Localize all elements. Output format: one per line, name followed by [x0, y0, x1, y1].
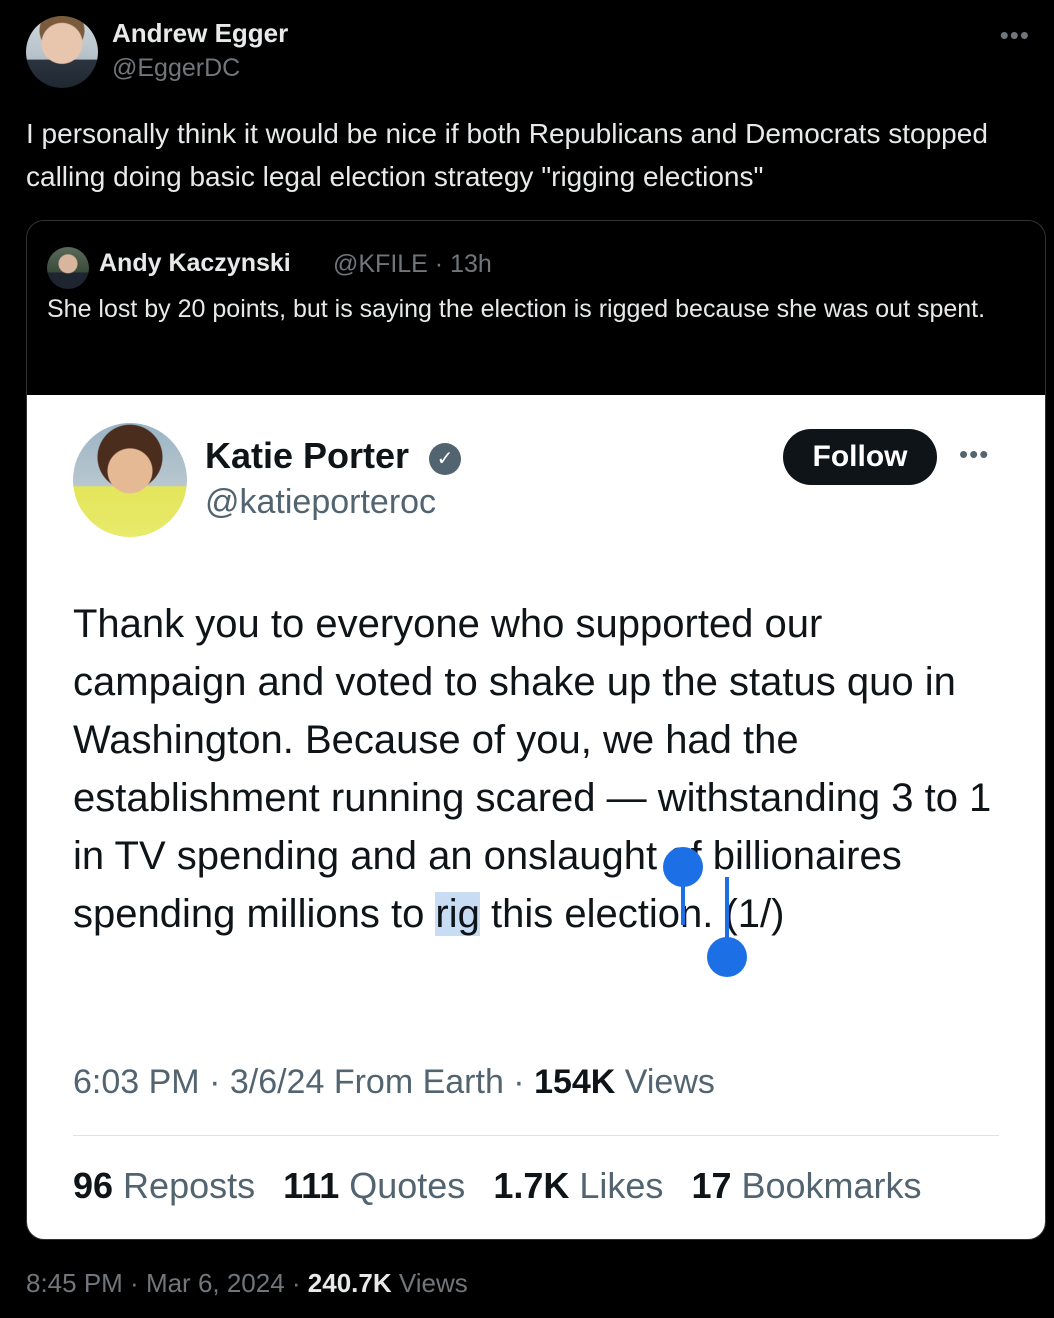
meta-date: 3/6/24 — [229, 1063, 325, 1101]
footer-time[interactable]: 8:45 PM — [26, 1268, 123, 1298]
author-name[interactable]: Andrew Egger — [112, 18, 288, 49]
text-after-selection: this election. (1/) — [479, 892, 785, 936]
tweet-header: Andrew Egger @EggerDC ••• — [26, 14, 1036, 90]
avatar[interactable] — [26, 16, 98, 88]
embedded-stats-row: 96 Reposts 111 Quotes 1.7K Likes 17 Book… — [73, 1165, 940, 1207]
embedded-tweet-text: Thank you to everyone who supported our … — [73, 595, 1003, 943]
stat-label: Reposts — [113, 1165, 256, 1206]
author-handle[interactable]: @EggerDC — [112, 54, 240, 83]
footer-views-label: Views — [391, 1268, 468, 1298]
text-before-selection: Thank you to everyone who supported our … — [73, 602, 992, 936]
embedded-author-handle: @katieporteroc — [205, 483, 437, 521]
stat-reposts: 96 Reposts — [73, 1165, 255, 1206]
stat-count: 96 — [73, 1165, 114, 1206]
quote-author-name: Andy Kaczynski — [99, 249, 291, 277]
tweet-footer: 8:45 PM · Mar 6, 2024 · 240.7K Views — [26, 1268, 468, 1299]
embedded-screenshot[interactable]: Katie Porter ✓ @katieporteroc Follow •••… — [27, 395, 1045, 1239]
quote-header: Andy Kaczynski @KFILE · 13h — [47, 245, 1027, 289]
stat-likes: 1.7K Likes — [493, 1165, 663, 1206]
stat-bookmarks: 17 Bookmarks — [691, 1165, 921, 1206]
footer-separator: · — [284, 1268, 308, 1298]
stat-label: Likes — [569, 1165, 664, 1206]
meta-time: 6:03 PM — [73, 1063, 200, 1101]
meta-separator: · — [199, 1063, 230, 1101]
meta-separator: · — [503, 1063, 535, 1101]
more-dots-icon: ••• — [959, 439, 990, 469]
avatar — [73, 423, 187, 537]
stat-label: Bookmarks — [731, 1165, 922, 1206]
footer-separator: · — [122, 1268, 146, 1298]
selection-start-handle[interactable] — [663, 847, 703, 887]
quote-text: She lost by 20 points, but is saying the… — [47, 295, 986, 323]
meta-views-label: Views — [615, 1063, 715, 1101]
follow-button: Follow — [783, 429, 937, 485]
footer-date[interactable]: Mar 6, 2024 — [146, 1268, 285, 1298]
stat-count: 17 — [691, 1165, 732, 1206]
meta-views-count: 154K — [534, 1063, 616, 1101]
selection-end-handle[interactable] — [707, 937, 747, 977]
more-dots-icon[interactable]: ••• — [1000, 20, 1030, 51]
quote-meta: @KFILE · 13h — [333, 250, 492, 278]
tweet-text: I personally think it would be nice if b… — [26, 118, 988, 192]
stat-quotes: 111 Quotes — [283, 1165, 465, 1206]
footer-views-count: 240.7K — [307, 1268, 392, 1298]
quote-tweet-card[interactable]: Andy Kaczynski @KFILE · 13h She lost by … — [26, 220, 1046, 1240]
embedded-author-name: Katie Porter — [205, 435, 410, 476]
embedded-tweet-meta: 6:03 PM · 3/6/24 From Earth · 154K Views — [73, 1063, 715, 1102]
stat-label: Quotes — [339, 1165, 466, 1206]
divider — [73, 1135, 999, 1136]
stat-count: 111 — [283, 1165, 340, 1206]
selection-end-bar — [725, 877, 729, 941]
verified-badge-icon: ✓ — [429, 443, 461, 475]
stat-count: 1.7K — [493, 1165, 570, 1206]
meta-source: From Earth — [324, 1063, 504, 1101]
avatar — [47, 247, 89, 289]
selected-text: rig — [435, 892, 480, 936]
